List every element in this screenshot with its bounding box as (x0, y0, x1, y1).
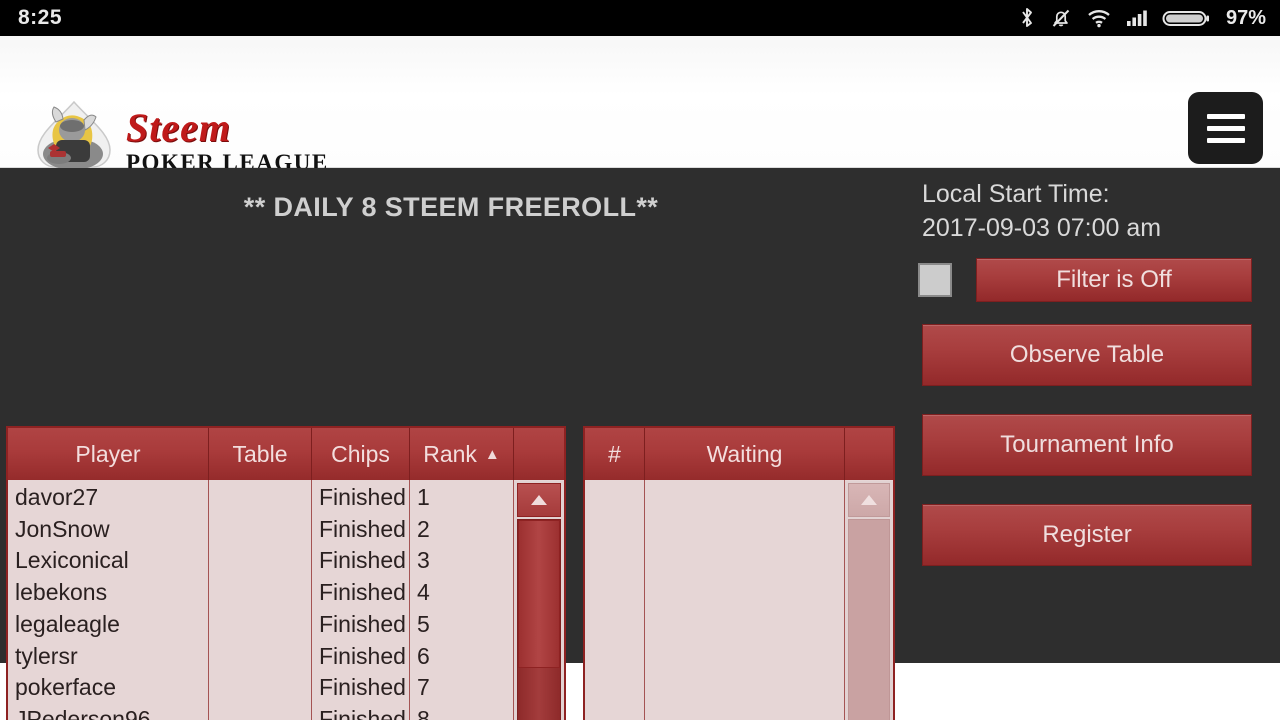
filter-checkbox[interactable] (918, 263, 952, 297)
site-header: Steem POKER LEAGUE (0, 36, 1280, 182)
table-cell (209, 481, 311, 513)
table-cell: davor27 (15, 484, 99, 510)
column-header-player[interactable]: Player (8, 428, 209, 480)
tournament-info-button[interactable]: Tournament Info (922, 414, 1252, 476)
column-header-rank-label: Rank (423, 440, 477, 467)
logo-steem-text: Steem (126, 104, 231, 150)
table-cell (209, 513, 311, 545)
sort-ascending-icon: ▲ (484, 445, 500, 463)
register-button[interactable]: Register (922, 504, 1252, 566)
scroll-up-button[interactable] (517, 483, 561, 517)
table-cell: JPederson96 (15, 705, 151, 720)
table-cell: 4 (417, 579, 430, 606)
status-clock: 8:25 (18, 6, 63, 29)
table-cell: legaleagle (15, 610, 120, 637)
bluetooth-icon (1018, 6, 1036, 30)
table-cell: Finished (319, 610, 406, 637)
logo-wordmark: Steem POKER LEAGUE (126, 104, 329, 176)
table-cell (209, 608, 311, 640)
local-start-time-value: 2017-09-03 07:00 am (922, 214, 1162, 242)
column-header-waiting[interactable]: Waiting (645, 428, 845, 480)
table-cell: Finished (319, 579, 406, 606)
column-header-scrollbar-spacer-2 (845, 428, 893, 480)
column-chips-cells[interactable]: Finished Finished Finished Finished Finished… (312, 480, 410, 720)
status-bar: 8:25 97% (0, 0, 1280, 36)
filter-toggle-button[interactable]: Filter is Off (976, 258, 1252, 302)
table-cell: 8 (417, 705, 430, 720)
column-header-table[interactable]: Table (209, 428, 312, 480)
table-cell (209, 640, 311, 672)
table-cell: 6 (417, 642, 430, 669)
players-table: Player Table Chips Rank ▲ davor27 JonSnow… (6, 426, 566, 720)
players-vertical-scrollbar[interactable] (514, 481, 564, 720)
observe-table-button[interactable]: Observe Table (922, 324, 1252, 386)
table-cell: Finished (319, 642, 406, 669)
column-header-rank[interactable]: Rank ▲ (410, 428, 514, 480)
filter-row: Filter is Off (918, 258, 1268, 302)
table-cell: tylersr (15, 642, 78, 669)
players-scrollbar-column (514, 480, 564, 720)
table-cell: 1 (417, 484, 430, 510)
local-start-time: Local Start Time: 2017-09-03 07:00 am (922, 177, 1266, 245)
table-cell: Lexiconical (15, 547, 129, 574)
wifi-icon (1086, 6, 1112, 30)
triangle-up-icon (531, 495, 547, 505)
local-start-time-label: Local Start Time: (922, 180, 1110, 208)
table-cell: Finished (319, 674, 406, 701)
players-table-body: davor27 JonSnow Lexiconical lebekons legalea… (8, 480, 564, 720)
table-cell: 2 (417, 515, 430, 542)
table-cell (209, 703, 311, 720)
waiting-table-header-row: # Waiting (585, 428, 893, 480)
table-cell: 3 (417, 547, 430, 574)
table-cell: JonSnow (15, 515, 110, 542)
table-cell: Finished (319, 515, 406, 542)
table-cell: Finished (319, 547, 406, 574)
column-header-number[interactable]: # (585, 428, 645, 480)
scroll-up-button-waiting[interactable] (848, 483, 890, 517)
column-header-chips[interactable]: Chips (312, 428, 410, 480)
status-icon-tray: 97% (1018, 6, 1266, 30)
notifications-muted-icon (1049, 6, 1073, 30)
table-cell (209, 671, 311, 703)
lobby-side-panel: Local Start Time: 2017-09-03 07:00 am Fi… (918, 168, 1268, 663)
scrollbar-thumb[interactable] (518, 520, 560, 669)
waiting-scrollbar-column (845, 480, 893, 720)
table-cell: lebekons (15, 579, 108, 606)
waiting-table-body (585, 480, 893, 720)
column-waiting-cells[interactable] (645, 480, 845, 720)
column-table-cells[interactable] (209, 480, 312, 720)
tournament-lobby-panel: ** DAILY 8 STEEM FREEROLL** Player Table… (0, 168, 1280, 720)
scrollbar-track-waiting[interactable] (848, 519, 890, 720)
column-rank-cells[interactable]: 12345678910 (410, 480, 514, 720)
menu-bar-1 (1206, 113, 1245, 119)
table-cell: Finished (319, 484, 406, 510)
table-cell: 7 (417, 674, 430, 701)
menu-bar-2 (1206, 125, 1245, 131)
tournament-title: ** DAILY 8 STEEM FREEROLL** (243, 192, 659, 222)
table-cell: Finished (319, 705, 406, 720)
waiting-vertical-scrollbar[interactable] (845, 481, 893, 720)
table-cell: pokerface (15, 674, 117, 701)
scrollbar-track[interactable] (517, 519, 561, 720)
table-cell (209, 544, 311, 576)
waiting-list-table: # Waiting (583, 426, 895, 720)
cellular-signal-icon (1125, 6, 1149, 30)
battery-icon (1162, 6, 1210, 30)
menu-bar-3 (1206, 137, 1245, 143)
table-cell (209, 576, 311, 608)
battery-percent-label: 97% (1225, 6, 1266, 29)
hamburger-menu-icon[interactable] (1188, 92, 1263, 164)
column-header-scrollbar-spacer (514, 428, 564, 480)
triangle-up-icon (861, 495, 877, 505)
players-table-header-row: Player Table Chips Rank ▲ (8, 428, 564, 480)
column-player-cells[interactable]: davor27 JonSnow Lexiconical lebekons legalea… (8, 480, 209, 720)
table-cell: 5 (417, 610, 430, 637)
column-number-cells[interactable] (585, 480, 645, 720)
app-screen: 8:25 97% Steem POKER LEAGUE ** DAILY 8 S… (0, 0, 1280, 720)
